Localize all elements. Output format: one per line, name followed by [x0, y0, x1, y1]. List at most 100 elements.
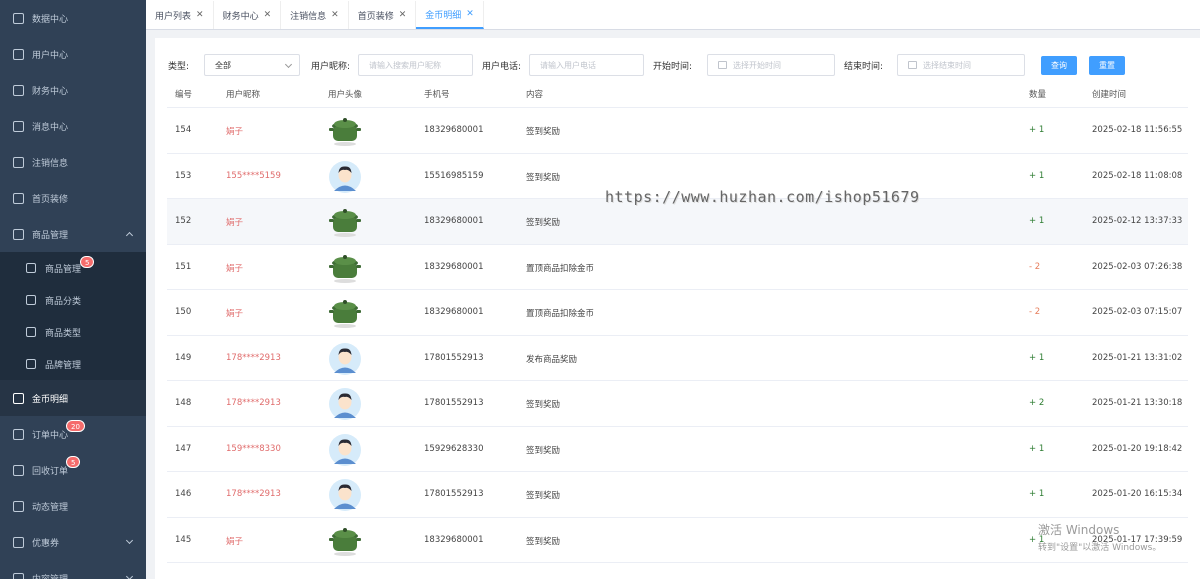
- person-avatar-icon: [329, 160, 361, 193]
- close-icon[interactable]: ✕: [264, 10, 272, 20]
- cell-phone: 15516985159: [424, 170, 484, 181]
- cell-amount: + 1: [1029, 125, 1045, 135]
- table-row: 154 娟子 18329680001 签到奖励 + 1 2025-02-18 11:56:…: [167, 108, 1188, 154]
- cell-phone: 17801552913: [424, 489, 484, 499]
- cell-time: 2025-02-03 07:15:07: [1092, 307, 1183, 317]
- sidebar-item[interactable]: 注销信息: [0, 144, 146, 180]
- count-badge: 20: [66, 420, 85, 432]
- cell-amount: + 1: [1029, 216, 1045, 226]
- cell-time: 2025-01-20 16:15:34: [1092, 489, 1183, 499]
- cell-phone: 15929628330: [424, 443, 484, 454]
- cell-id: 150: [175, 307, 192, 317]
- cell-nickname: 娟子: [226, 309, 244, 319]
- cell-id: 147: [175, 443, 192, 454]
- sidebar-item[interactable]: 数据中心: [0, 0, 146, 36]
- search-button[interactable]: 查询: [1041, 56, 1077, 75]
- column-header: 用户昵称: [226, 90, 261, 100]
- nickname-input[interactable]: 请输入搜索用户昵称: [358, 54, 473, 76]
- close-icon[interactable]: ✕: [466, 9, 474, 19]
- sidebar-item[interactable]: 内容管理: [0, 560, 146, 579]
- cell-time: 2025-02-03 07:26:38: [1092, 261, 1183, 272]
- sidebar-item[interactable]: 订单中心 20: [0, 416, 146, 452]
- sidebar-subitem[interactable]: 商品类型: [0, 316, 146, 348]
- cell-content: 签到奖励: [526, 491, 561, 501]
- sidebar-subitem-label: 商品分类: [45, 296, 82, 307]
- cell-nickname: 178****2913: [226, 398, 281, 408]
- tab-item[interactable]: 注销信息 ✕: [281, 1, 349, 29]
- column-header: 手机号: [424, 90, 450, 100]
- column-header: 内容: [526, 90, 544, 100]
- close-icon[interactable]: ✕: [196, 10, 204, 20]
- sidebar-item-label: 财务中心: [32, 86, 69, 97]
- sidebar-item[interactable]: 回收订单 5: [0, 452, 146, 488]
- cell-content: 签到奖励: [526, 172, 561, 183]
- start-time-picker[interactable]: 选择开始时间: [707, 54, 835, 76]
- tab-item[interactable]: 金币明细 ✕: [416, 1, 484, 29]
- end-time-label: 结束时间:: [844, 62, 884, 72]
- cell-phone: 17801552913: [424, 352, 484, 363]
- person-avatar-icon: [329, 388, 361, 420]
- sidebar-item-label: 金币明细: [32, 394, 69, 405]
- count-badge: 5: [66, 456, 81, 468]
- start-time-placeholder: 选择开始时间: [733, 60, 781, 70]
- pot-avatar-icon: [329, 118, 361, 146]
- recycle-icon: [13, 464, 24, 476]
- sidebar-item[interactable]: 消息中心: [0, 108, 146, 144]
- tab-item[interactable]: 用户列表 ✕: [146, 1, 214, 29]
- end-time-picker[interactable]: 选择结束时间: [897, 54, 1025, 76]
- phone-input[interactable]: 请输入用户电话: [529, 54, 644, 76]
- sidebar-item[interactable]: 金币明细: [0, 380, 146, 416]
- sidebar-item[interactable]: 动态管理: [0, 488, 146, 524]
- pot-avatar-icon: [329, 209, 361, 237]
- sidebar-subitem[interactable]: 商品分类: [0, 284, 146, 316]
- sidebar-item-label: 首页装修: [32, 194, 69, 205]
- close-icon[interactable]: ✕: [331, 10, 339, 20]
- cell-phone: 18329680001: [424, 534, 484, 545]
- cell-amount: + 1: [1029, 352, 1045, 363]
- sidebar-item-label: 数据中心: [32, 14, 69, 25]
- cell-nickname: 178****2913: [226, 352, 281, 363]
- close-icon[interactable]: ✕: [399, 10, 407, 20]
- sidebar-item-label: 优惠券: [32, 538, 60, 549]
- cell-nickname: 娟子: [226, 536, 244, 547]
- cell-id: 146: [175, 489, 192, 499]
- sidebar-item[interactable]: 用户中心: [0, 36, 146, 72]
- cell-phone: 18329680001: [424, 261, 484, 272]
- cell-amount: + 1: [1029, 443, 1045, 454]
- content-card: 类型: 全部 用户昵称: 请输入搜索用户昵称 用户电话: 请输入用户电话 开始时…: [155, 38, 1200, 579]
- person-avatar-icon: [329, 433, 361, 466]
- tab-item[interactable]: 财务中心 ✕: [214, 1, 282, 29]
- watermark-text: https://www.huzhan.com/ishop51679: [605, 188, 920, 206]
- tab-bar: 用户列表 ✕ 财务中心 ✕ 注销信息 ✕ 首页装修 ✕ 金币明细 ✕: [146, 0, 1200, 30]
- sidebar-subitem[interactable]: 商品管理 5: [0, 252, 146, 284]
- sidebar-item[interactable]: 财务中心: [0, 72, 146, 108]
- tab-item[interactable]: 首页装修 ✕: [349, 1, 417, 29]
- coupon-icon: [13, 536, 24, 548]
- reset-button[interactable]: 重置: [1089, 56, 1125, 75]
- nickname-placeholder: 请输入搜索用户昵称: [369, 60, 441, 70]
- sidebar-item[interactable]: 商品管理: [0, 216, 146, 252]
- cell-id: 151: [175, 261, 192, 272]
- sidebar-item[interactable]: 首页装修: [0, 180, 146, 216]
- sidebar-item[interactable]: 优惠券: [0, 524, 146, 560]
- cell-phone: 17801552913: [424, 398, 484, 408]
- table-header: 编号 用户昵称 用户头像 手机号 内容 数量 创建时间: [167, 82, 1188, 108]
- type-select-value: 全部: [215, 60, 231, 70]
- cell-phone: 18329680001: [424, 307, 484, 317]
- box-icon: [13, 192, 24, 204]
- chart-icon: [26, 263, 36, 273]
- sidebar-subitem[interactable]: 品牌管理: [0, 348, 146, 380]
- chevron-up-icon: [125, 231, 134, 240]
- cell-content: 置顶商品扣除金币: [526, 309, 595, 319]
- cell-amount: - 2: [1029, 307, 1041, 317]
- cell-id: 153: [175, 170, 192, 181]
- cell-content: 置顶商品扣除金币: [526, 263, 595, 274]
- type-select[interactable]: 全部: [204, 54, 300, 76]
- cell-phone: 18329680001: [424, 216, 484, 226]
- cell-amount: + 1: [1029, 489, 1045, 499]
- clipboard-icon: [13, 428, 24, 440]
- table-row: 147 159****8330 15929628330 签到奖励 + 1 2025-01-…: [167, 427, 1188, 472]
- cell-id: 154: [175, 125, 192, 135]
- activation-title: 激活 Windows: [1038, 523, 1120, 537]
- cell-id: 152: [175, 216, 192, 226]
